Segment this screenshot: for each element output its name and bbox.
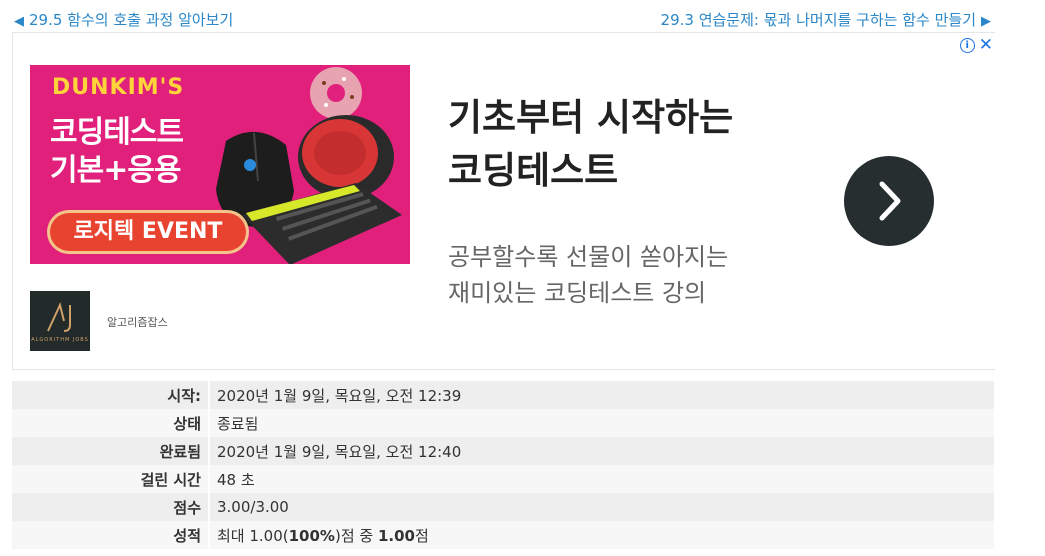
- row-value: 2020년 1월 9일, 목요일, 오전 12:39: [209, 381, 994, 409]
- logo-mark-icon: [47, 302, 71, 332]
- triangle-left-icon: ◀: [14, 14, 24, 29]
- row-value: 최대 1.00(100%)점 중 1.00점: [209, 521, 994, 549]
- ad-banner-image[interactable]: DUNKIM'S 코딩테스트 기본+응용 로지텍 EVENT: [30, 65, 410, 264]
- quiz-summary-table: 시작: 2020년 1월 9일, 목요일, 오전 12:39 상태 종료됨 완료…: [12, 381, 994, 549]
- grade-score: 1.00: [377, 526, 415, 545]
- ad-title[interactable]: 기초부터 시작하는 코딩테스트: [448, 91, 733, 197]
- row-label: 시작:: [12, 381, 210, 409]
- row-label: 걸린 시간: [12, 465, 210, 493]
- grade-percent: 100%: [288, 526, 335, 545]
- advertisement[interactable]: i ✕ DUNKIM'S 코딩테스트 기본+응용 로지텍 EVENT ALGOR…: [12, 32, 995, 370]
- table-row: 걸린 시간 48 초: [12, 465, 994, 493]
- table-row: 상태 종료됨: [12, 409, 994, 437]
- next-chapter-label: 29.3 연습문제: 몫과 나머지를 구하는 함수 만들기: [660, 11, 976, 29]
- keyboard-image: [242, 183, 402, 264]
- row-value: 3.00/3.00: [209, 493, 994, 521]
- ad-info-icon[interactable]: i: [959, 37, 975, 53]
- table-row: 시작: 2020년 1월 9일, 목요일, 오전 12:39: [12, 381, 994, 409]
- table-row: 점수 3.00/3.00: [12, 493, 994, 521]
- triangle-right-icon: ▶: [981, 14, 991, 29]
- advertiser-logo[interactable]: ALGORITHM JOBS: [30, 291, 90, 351]
- grade-prefix: 최대 1.00(: [217, 526, 289, 545]
- ad-description[interactable]: 공부할수록 선물이 쏟아지는 재미있는 코딩테스트 강의: [448, 239, 728, 311]
- ad-description-line: 공부할수록 선물이 쏟아지는: [448, 243, 729, 271]
- row-label: 완료됨: [12, 437, 210, 465]
- chevron-right-icon: [879, 181, 901, 221]
- row-value: 종료됨: [209, 409, 994, 437]
- prev-chapter-label: 29.5 함수의 호출 과정 알아보기: [29, 11, 234, 29]
- ad-controls: i ✕: [959, 35, 993, 55]
- ad-description-line: 재미있는 코딩테스트 강의: [448, 279, 707, 307]
- prev-chapter-link[interactable]: ◀ 29.5 함수의 호출 과정 알아보기: [14, 9, 233, 30]
- ad-close-icon[interactable]: ✕: [979, 35, 993, 55]
- row-label: 성적: [12, 521, 210, 549]
- ad-title-line: 기초부터 시작하는: [448, 96, 734, 139]
- row-label: 상태: [12, 409, 210, 437]
- table-row: 성적 최대 1.00(100%)점 중 1.00점: [12, 521, 994, 549]
- row-value: 48 초: [209, 465, 994, 493]
- ad-title-line: 코딩테스트: [448, 149, 619, 192]
- banner-event-badge: 로지텍 EVENT: [50, 213, 246, 251]
- advertiser-name[interactable]: 알고리즘잡스: [107, 314, 168, 330]
- logo-text: ALGORITHM JOBS: [31, 337, 89, 343]
- ad-next-button[interactable]: [844, 156, 934, 246]
- banner-brand: DUNKIM'S: [52, 75, 185, 100]
- table-row: 완료됨 2020년 1월 9일, 목요일, 오전 12:40: [12, 437, 994, 465]
- grade-suffix: 점: [414, 526, 429, 545]
- row-label: 점수: [12, 493, 210, 521]
- next-chapter-link[interactable]: 29.3 연습문제: 몫과 나머지를 구하는 함수 만들기 ▶: [661, 9, 991, 30]
- grade-mid: )점 중: [334, 526, 378, 545]
- banner-headline: 기본+응용: [50, 153, 182, 188]
- row-value: 2020년 1월 9일, 목요일, 오전 12:40: [209, 437, 994, 465]
